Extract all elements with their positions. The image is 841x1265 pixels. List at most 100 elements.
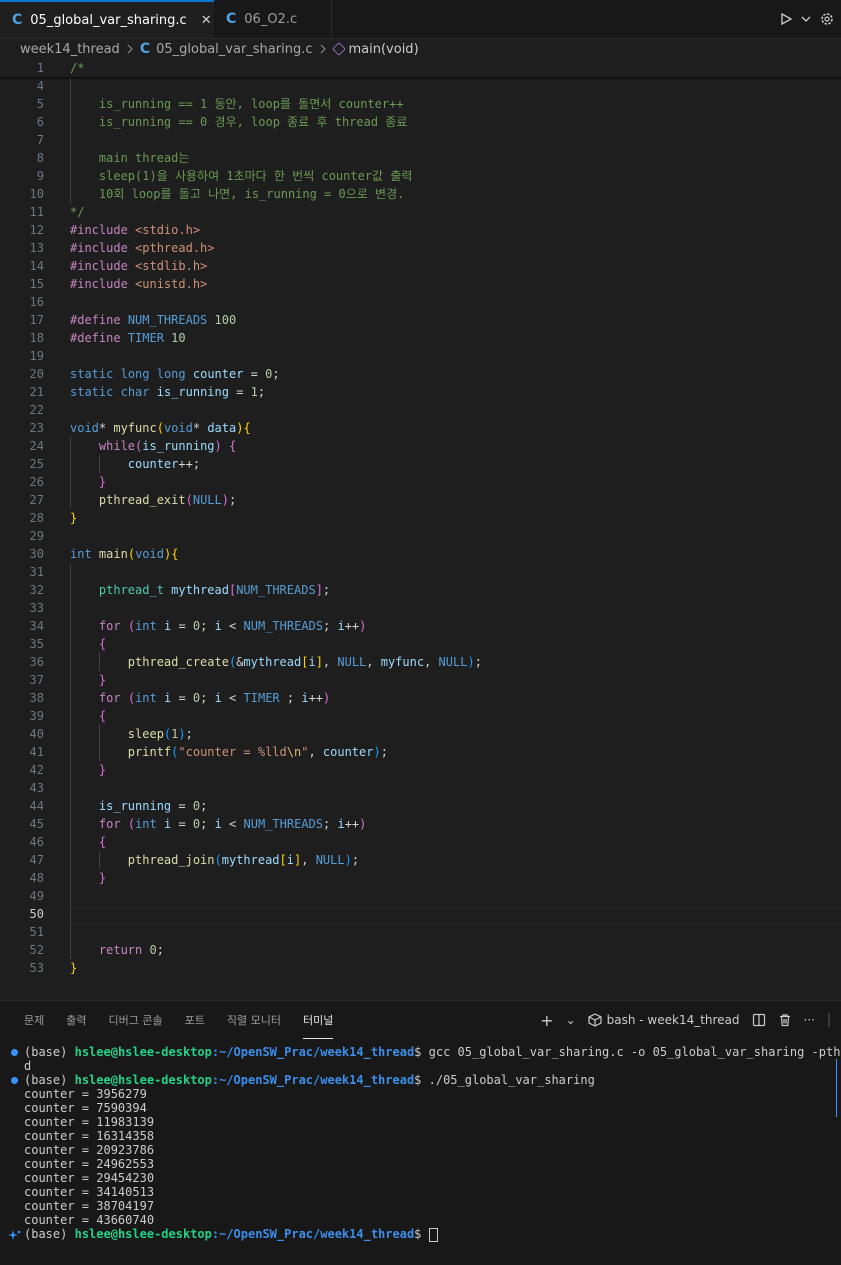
code-line: 31 [29, 565, 44, 579]
breadcrumb: week14_thread C 05_global_var_sharing.c … [0, 38, 841, 60]
code-line: 13 #include <pthread.h> [29, 241, 215, 255]
terminal-output-line: counter = 7590394 [24, 1101, 147, 1115]
code-line: 8 main thread는 [36, 151, 190, 165]
chevron-right-icon [320, 44, 326, 54]
breadcrumb-file[interactable]: 05_global_var_sharing.c [156, 42, 312, 57]
terminal-output-line: counter = 29454230 [24, 1171, 155, 1185]
code-line: 9 sleep(1)을 사용하여 1초마다 한 번씩 counter값 출력 [36, 169, 413, 183]
code-line: 34 for (int i = 0; i < NUM_THREADS; i++) [29, 619, 367, 633]
more-actions-icon[interactable]: ··· [804, 1013, 815, 1027]
run-icon[interactable] [779, 12, 793, 26]
command-decoration-icon [11, 1077, 18, 1084]
split-terminal-icon[interactable] [752, 1013, 766, 1027]
code-line-current: 50 [29, 907, 44, 921]
code-line: 53} [29, 961, 78, 975]
code-line: 48 } [29, 871, 107, 885]
panel-actions: + ⌄ bash - week14_thread ··· [540, 1001, 831, 1039]
chevron-right-icon [127, 44, 133, 54]
code-line: 35 { [29, 637, 107, 651]
breadcrumb-symbol[interactable]: main(void) [349, 42, 419, 57]
terminal-output-line: counter = 38704197 [24, 1199, 155, 1213]
code-line: 49 [29, 889, 44, 903]
code-line: 52 return 0; [29, 943, 164, 957]
terminal-line: d [24, 1059, 32, 1073]
code-line: 44 is_running = 0; [29, 799, 208, 813]
code-line: 19 [29, 349, 44, 363]
tab-serial-monitor[interactable]: 직렬 모니터 [227, 1001, 281, 1039]
code-line: 14 #include <stdlib.h> [29, 259, 208, 273]
tab-debug-console[interactable]: 디버그 콘솔 [109, 1001, 163, 1039]
terminal-shell-label: bash - week14_thread [606, 1013, 740, 1027]
terminal-line: (base) hslee@hslee-desktop:~/OpenSW_Prac… [24, 1227, 438, 1242]
code-line: 16 [29, 295, 44, 309]
gear-icon[interactable] [819, 11, 835, 27]
code-line: 12 #include <stdio.h> [29, 223, 201, 237]
add-terminal-button[interactable]: + [540, 1011, 553, 1030]
code-line: 26 } [29, 475, 107, 489]
code-line: 21 static char is_running = 1; [29, 385, 266, 399]
chevron-down-icon[interactable] [801, 14, 811, 24]
code-line: 37 } [29, 673, 107, 687]
code-line: 24 while(is_running) { [29, 439, 237, 453]
sparkle-icon [8, 1230, 21, 1240]
editor-actions [779, 0, 841, 38]
trash-icon[interactable] [778, 1013, 792, 1027]
code-line: 36 pthread_create(&mythread[i], NULL, my… [29, 655, 482, 669]
code-line: 41 printf("counter = %lld\n", counter); [29, 745, 388, 759]
code-line: 39 { [29, 709, 107, 723]
code-line: 15 #include <unistd.h> [29, 277, 208, 291]
code-line: 30 int main(void){ [29, 547, 179, 561]
code-editor[interactable]: 1/* 4 5 is_running == 1 동안, loop를 돌면서 co… [0, 59, 841, 1000]
terminal-scrollbar[interactable] [836, 1059, 841, 1117]
tab-06-o2[interactable]: C 06_O2.c [214, 0, 332, 38]
tab-label: 06_O2.c [244, 11, 298, 27]
code-line: 17 #define NUM_THREADS 100 [29, 313, 237, 327]
tab-output[interactable]: 출력 [66, 1001, 86, 1039]
terminal-output-line: counter = 3956279 [24, 1087, 147, 1101]
code-line: 25 counter++; [29, 457, 201, 471]
command-decoration-icon [11, 1049, 18, 1056]
c-file-icon: C [226, 11, 237, 27]
panel-divider [828, 1013, 830, 1027]
code-line: 33 [29, 601, 44, 615]
terminal-output-line: counter = 43660740 [24, 1213, 155, 1227]
code-line: 4 [36, 79, 44, 93]
terminal-output-line: counter = 16314358 [24, 1129, 155, 1143]
terminal-output-line: counter = 34140513 [24, 1185, 155, 1199]
code-line: 43 [29, 781, 44, 795]
c-file-icon: C [12, 12, 23, 28]
code-line: 20 static long long counter = 0; [29, 367, 280, 381]
code-line: 1/* [36, 61, 85, 75]
breadcrumb-folder[interactable]: week14_thread [20, 42, 120, 57]
c-file-icon: C [139, 41, 151, 57]
code-line: 42 } [29, 763, 107, 777]
code-line: 47 pthread_join(mythread[i], NULL); [29, 853, 360, 867]
bottom-panel: 문제 출력 디버그 콘솔 포트 직렬 모니터 터미널 + ⌄ bash - we… [0, 1000, 841, 1265]
code-line: 51 [29, 925, 44, 939]
terminal-output-line: counter = 24962553 [24, 1157, 155, 1171]
code-line: 11 */ [29, 205, 85, 219]
code-line: 29 [29, 529, 44, 543]
code-line: 18 #define TIMER 10 [29, 331, 186, 345]
code-line: 45 for (int i = 0; i < NUM_THREADS; i++) [29, 817, 367, 831]
code-line: 6 is_running == 0 경우, loop 종료 후 thread 종… [36, 115, 408, 129]
terminal-line: (base) hslee@hslee-desktop:~/OpenSW_Prac… [24, 1045, 841, 1059]
code-line: 5 is_running == 1 동안, loop를 돌면서 counter+… [36, 97, 404, 111]
tab-ports[interactable]: 포트 [185, 1001, 205, 1039]
terminal-output-line: counter = 20923786 [24, 1143, 155, 1157]
terminal-shell-selector[interactable]: bash - week14_thread [588, 1013, 740, 1027]
tab-terminal[interactable]: 터미널 [302, 1001, 334, 1039]
terminal-dropdown-chevron[interactable]: ⌄ [566, 1013, 576, 1027]
code-line: 23 void* myfunc(void* data){ [29, 421, 251, 435]
tab-problems[interactable]: 문제 [24, 1001, 44, 1039]
tab-05-global-var-sharing[interactable]: C 05_global_var_sharing.c ✕ [0, 0, 214, 38]
editor-tab-bar: C 05_global_var_sharing.c ✕ C 06_O2.c [0, 0, 841, 39]
terminal-shell-icon [588, 1013, 602, 1027]
code-line: 22 [29, 403, 44, 417]
close-icon[interactable]: ✕ [201, 13, 212, 28]
terminal-line: (base) hslee@hslee-desktop:~/OpenSW_Prac… [24, 1073, 595, 1087]
terminal-cursor [428, 1227, 438, 1242]
code-line: 32 pthread_t mythread[NUM_THREADS]; [29, 583, 331, 597]
code-line: 27 pthread_exit(NULL); [29, 493, 237, 507]
code-line: 7 [36, 133, 44, 147]
